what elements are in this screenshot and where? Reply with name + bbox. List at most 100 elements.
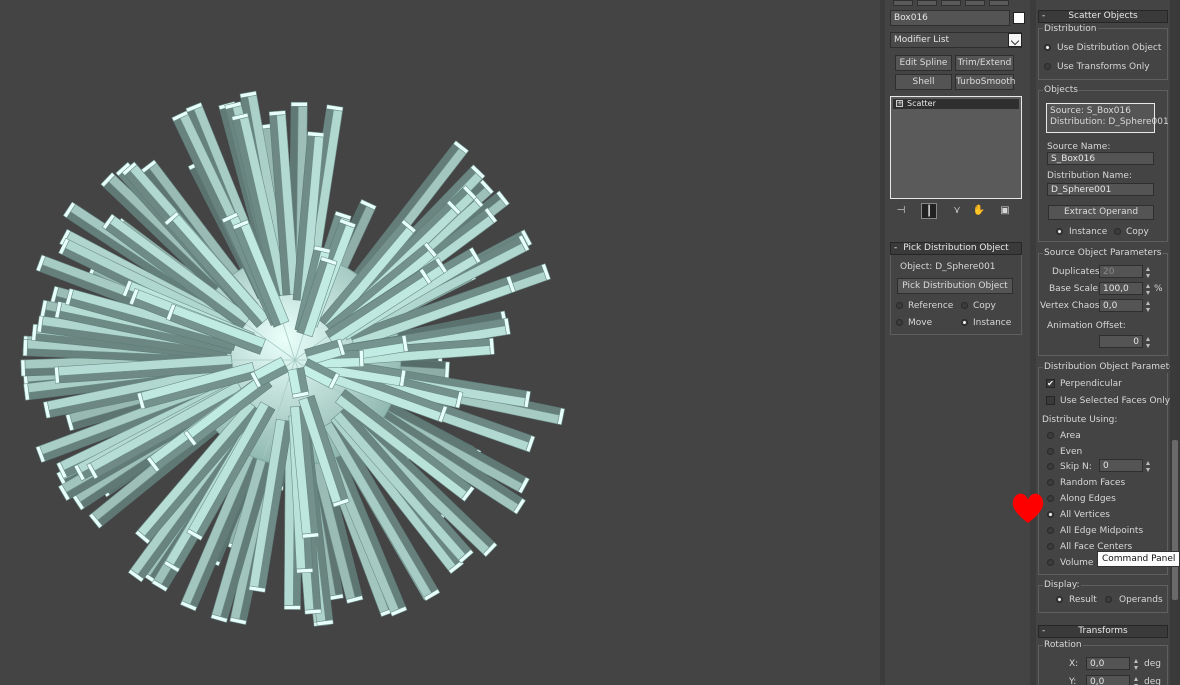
use-transforms-only-radio[interactable] (1044, 63, 1051, 70)
duplicates-label: Duplicates: (1052, 267, 1103, 277)
copy-radio[interactable] (961, 302, 968, 309)
distribution-group-label: Distribution (1043, 23, 1098, 35)
skip-n-radio[interactable] (1047, 463, 1054, 470)
edit-spline-button[interactable]: Edit Spline (895, 55, 952, 71)
base-scale-spinner[interactable] (1145, 282, 1152, 297)
extract-instance-radio[interactable] (1056, 228, 1063, 235)
all-face-centers-radio[interactable] (1047, 543, 1054, 550)
scatter-panel: - Scatter Objects Distribution Use Distr… (1036, 0, 1180, 685)
perpendicular-label: Perpendicular (1060, 379, 1122, 389)
distribution-name-field[interactable]: D_Sphere001 (1047, 183, 1154, 196)
source-name-field[interactable]: S_Box016 (1047, 152, 1154, 165)
extract-instance-label: Instance (1069, 227, 1108, 237)
along-edges-radio[interactable] (1047, 495, 1054, 502)
pin-stack-icon[interactable]: ⊣ (893, 203, 909, 219)
collapse-icon[interactable]: - (894, 243, 897, 254)
perpendicular-checkbox[interactable]: ✔ (1046, 379, 1055, 388)
display-label: Display: (1043, 579, 1081, 591)
base-scale-unit: % (1154, 284, 1163, 294)
use-selected-faces-checkbox[interactable] (1046, 396, 1055, 405)
pick-distribution-object-button[interactable]: Pick Distribution Object (897, 278, 1013, 294)
animation-offset-spinner[interactable] (1145, 335, 1152, 350)
tab-modify[interactable] (917, 0, 937, 6)
red-heart-annotation-icon (1012, 493, 1044, 523)
stack-item-scatter[interactable]: + Scatter (893, 99, 1019, 109)
remove-modifier-icon[interactable]: ✋ (971, 203, 987, 219)
object-label: Object: D_Sphere001 (900, 262, 996, 272)
modifier-list-label: Modifier List (894, 35, 949, 45)
trim-extend-button[interactable]: Trim/Extend (955, 55, 1014, 71)
even-label: Even (1060, 447, 1083, 457)
even-radio[interactable] (1047, 448, 1054, 455)
chevron-down-icon[interactable] (1008, 33, 1022, 47)
duplicates-spinner[interactable] (1145, 265, 1152, 280)
rotation-x-spinner[interactable] (1133, 657, 1140, 672)
pick-distribution-rollout-title[interactable]: - Pick Distribution Object (890, 242, 1022, 255)
duplicates-input[interactable]: 20 (1099, 265, 1143, 278)
command-panel-scrollbar[interactable] (1170, 0, 1180, 685)
rotation-label: Rotation (1043, 639, 1083, 651)
instance-radio[interactable] (961, 319, 968, 326)
expand-icon[interactable]: + (896, 100, 903, 107)
use-selected-faces-label: Use Selected Faces Only (1060, 396, 1171, 406)
command-panel-tooltip: Command Panel (1097, 551, 1180, 567)
animation-offset-input[interactable]: 0 (1099, 335, 1143, 348)
rotation-x-label: X: (1069, 659, 1079, 669)
transforms-rollout-title[interactable]: - Transforms (1038, 625, 1168, 638)
rotation-y-spinner[interactable] (1133, 675, 1140, 685)
show-end-result-icon[interactable]: ┃ (921, 203, 937, 219)
tab-motion[interactable] (965, 0, 985, 6)
scrollbar-thumb[interactable] (1172, 440, 1178, 600)
vertex-chaos-spinner[interactable] (1145, 299, 1152, 314)
display-operands-radio[interactable] (1105, 596, 1112, 603)
shell-button[interactable]: Shell (895, 74, 952, 90)
tab-hierarchy[interactable] (941, 0, 961, 6)
distribution-name-label: Distribution Name: (1047, 171, 1132, 181)
rotation-x-input[interactable]: 0,0 (1086, 657, 1130, 670)
make-unique-icon[interactable]: ⋎ (949, 203, 965, 219)
stack-item-label: Scatter (907, 99, 936, 108)
rotation-y-input[interactable]: 0,0 (1086, 675, 1130, 685)
scatter-objects-rollout-title[interactable]: - Scatter Objects (1038, 10, 1168, 23)
copy-label: Copy (973, 301, 996, 311)
operand-distribution-item[interactable]: Distribution: D_Sphere001 (1050, 116, 1169, 128)
skip-n-spinner[interactable] (1145, 459, 1152, 474)
skip-n-input[interactable]: 0 (1099, 459, 1143, 472)
perspective-viewport[interactable] (0, 0, 880, 685)
skip-n-label: Skip N: (1060, 462, 1092, 472)
volume-radio[interactable] (1047, 559, 1054, 566)
tab-create[interactable] (893, 0, 913, 6)
volume-label: Volume (1060, 558, 1094, 568)
modifier-list-dropdown[interactable]: Modifier List (890, 32, 1022, 48)
scatter-sphere-model (20, 90, 566, 627)
random-faces-radio[interactable] (1047, 479, 1054, 486)
reference-radio[interactable] (896, 302, 903, 309)
rotation-y-label: Y: (1069, 677, 1077, 685)
use-distribution-object-label: Use Distribution Object (1057, 43, 1162, 53)
extract-operand-button[interactable]: Extract Operand (1048, 205, 1154, 220)
vertex-chaos-input[interactable]: 0,0 (1099, 299, 1143, 312)
use-distribution-object-radio[interactable] (1044, 44, 1051, 51)
extract-copy-radio[interactable] (1114, 228, 1121, 235)
object-name-field[interactable]: Box016 (890, 10, 1010, 26)
display-result-radio[interactable] (1056, 596, 1063, 603)
configure-modifier-sets-icon[interactable]: ▣ (997, 203, 1013, 219)
area-label: Area (1060, 431, 1081, 441)
collapse-icon[interactable]: - (1042, 626, 1045, 637)
tab-display[interactable] (989, 0, 1009, 6)
modifier-stack[interactable]: + Scatter (890, 96, 1022, 199)
operand-list[interactable]: Source: S_Box016 Distribution: D_Sphere0… (1046, 103, 1169, 133)
display-operands-label: Operands (1119, 595, 1163, 605)
area-radio[interactable] (1047, 432, 1054, 439)
all-edge-midpoints-radio[interactable] (1047, 527, 1054, 534)
base-scale-input[interactable]: 100,0 (1099, 282, 1143, 295)
move-radio[interactable] (896, 319, 903, 326)
object-color-swatch[interactable] (1013, 12, 1025, 24)
instance-label: Instance (973, 318, 1012, 328)
distribution-object-parameter-label: Distribution Object Parameter (1043, 361, 1180, 373)
collapse-icon[interactable]: - (1042, 11, 1045, 22)
turbosmooth-button[interactable]: TurboSmooth (955, 74, 1015, 90)
along-edges-label: Along Edges (1060, 494, 1116, 504)
all-vertices-radio[interactable] (1047, 511, 1054, 518)
all-edge-midpoints-label: All Edge Midpoints (1060, 526, 1144, 536)
